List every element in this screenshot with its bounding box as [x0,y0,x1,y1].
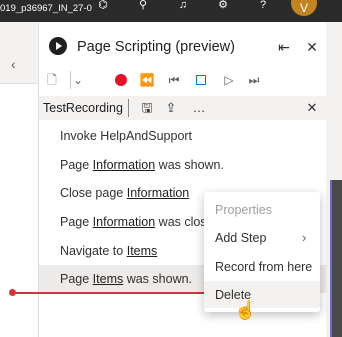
play-circle-icon [49,37,67,55]
environment-label: 019_p36967_IN_27-0 [0,3,92,14]
separator [128,99,129,117]
play-icon[interactable]: ▷ [221,70,237,90]
list-item[interactable]: Invoke HelpAndSupport [39,122,327,150]
record-icon[interactable] [115,74,127,86]
stop-icon[interactable] [196,75,206,85]
chevron-icon[interactable]: ‹ [11,56,16,72]
chevron-right-icon: › [302,230,307,245]
gear-icon[interactable]: ⚙ [212,0,234,16]
more-icon[interactable]: … [191,99,207,117]
page-link[interactable]: Items [93,272,124,286]
save-icon[interactable]: 🖫 [139,99,155,117]
panel-title: Page Scripting (preview) [77,39,235,55]
chevron-down-icon[interactable]: ⌄ [71,70,85,90]
page-link[interactable]: Information [127,186,190,200]
close-recording-icon[interactable]: ✕ [304,99,320,117]
page-link[interactable]: Items [127,244,158,258]
context-menu: Properties Add Step › Record from here D… [204,192,320,312]
list-item[interactable]: Page Information was shown. [39,151,327,179]
new-script-icon[interactable]: 🗋 [44,70,60,90]
undock-icon[interactable]: ⇤ [276,39,292,55]
share-icon[interactable]: ⇪ [163,99,179,117]
search-icon[interactable]: ⚲ [132,0,154,16]
bell-icon[interactable]: ♫ [172,0,194,16]
help-icon[interactable]: ? [252,0,274,16]
copilot-icon[interactable]: ⌬ [92,0,114,16]
menu-item-record-from-here[interactable]: Record from here [204,253,320,280]
step-forward-icon[interactable]: ⏭ [246,70,262,90]
menu-item-add-step[interactable]: Add Step › [204,224,320,251]
page-link[interactable]: Information [93,158,156,172]
background-window [330,180,342,337]
menu-item-properties: Properties [215,203,272,217]
page-link[interactable]: Information [93,215,156,229]
page-content [0,84,38,337]
toolbar: 🗋 ⌄ ⏪ ⏮ ▷ ⏭ [39,70,327,92]
menu-item-delete[interactable]: Delete [204,281,320,308]
step-back-icon[interactable]: ⏮ [166,70,182,90]
avatar[interactable]: V [291,0,317,16]
hand-cursor-icon: ☝ [234,300,257,320]
rewind-icon[interactable]: ⏪ [139,70,155,90]
insertion-dot [9,289,16,296]
top-bar: 019_p36967_IN_27-0 ⌬ ⚲ ♫ ⚙ ? V [0,0,342,22]
recording-name[interactable]: TestRecording [43,101,123,115]
recording-header: TestRecording 🖫 ⇪ … ✕ [39,96,327,120]
close-icon[interactable]: ✕ [304,39,320,55]
